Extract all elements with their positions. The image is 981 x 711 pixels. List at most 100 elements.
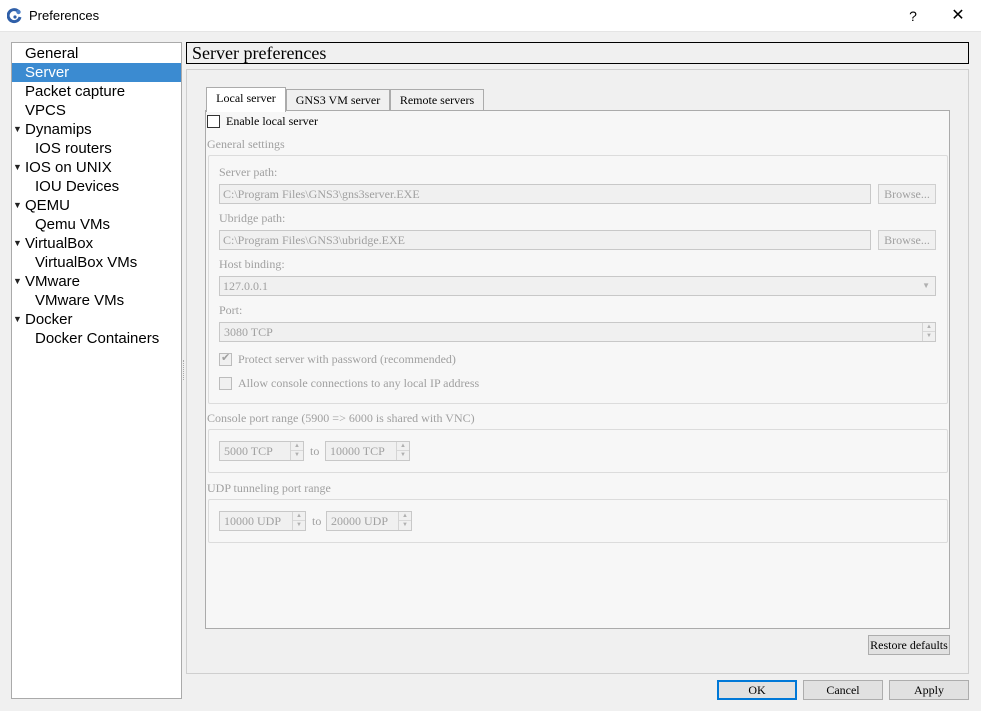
tree-item-server[interactable]: Server xyxy=(12,63,181,82)
ubridge-path-input[interactable]: C:\Program Files\GNS3\ubridge.EXE xyxy=(219,230,871,250)
to-label: to xyxy=(310,444,320,458)
tree-item-docker[interactable]: ▼ Docker xyxy=(12,310,181,329)
console-end-value: 10000 TCP xyxy=(330,444,385,458)
to-label: to xyxy=(312,514,322,528)
console-start-spin-arrows: ▲ ▼ xyxy=(290,442,303,460)
console-end-spin-arrows: ▲ ▼ xyxy=(396,442,409,460)
tree-item-label: IOS routers xyxy=(35,140,112,157)
tree-item-label: Dynamips xyxy=(25,121,92,138)
expand-arrow-icon[interactable]: ▼ xyxy=(13,120,22,139)
port-spinbox[interactable]: 3080 TCP ▲ ▼ xyxy=(219,322,936,342)
tree-item-label: IOS on UNIX xyxy=(25,159,112,176)
tree-item-label: QEMU xyxy=(25,197,70,214)
expand-arrow-icon[interactable]: ▼ xyxy=(13,310,22,329)
tab-remote-servers[interactable]: Remote servers xyxy=(390,89,484,111)
udp-start-spinbox[interactable]: 10000 UDP ▲ ▼ xyxy=(219,511,306,531)
port-value: 3080 TCP xyxy=(224,325,273,339)
ubridge-path-browse-button[interactable]: Browse... xyxy=(878,230,936,250)
preferences-tree[interactable]: General Server Packet capture VPCS ▼ Dyna… xyxy=(11,42,182,699)
general-settings-label: General settings xyxy=(207,137,285,151)
tree-item-ios-routers[interactable]: IOS routers xyxy=(12,139,181,158)
allow-console-checkbox[interactable] xyxy=(219,377,232,390)
tree-item-label: VMware xyxy=(25,273,81,290)
tree-item-packet-capture[interactable]: Packet capture xyxy=(12,82,181,101)
host-binding-value: 127.0.0.1 xyxy=(223,279,268,293)
console-end-spinbox[interactable]: 10000 TCP ▲ ▼ xyxy=(325,441,410,461)
tree-item-vpcs[interactable]: VPCS xyxy=(12,101,181,120)
spin-up-icon[interactable]: ▲ xyxy=(291,442,303,451)
expand-arrow-icon[interactable]: ▼ xyxy=(13,272,22,291)
tree-item-label: Docker xyxy=(25,311,73,328)
tree-item-label: VirtualBox xyxy=(25,235,94,252)
tree-item-label: Packet capture xyxy=(25,83,126,100)
udp-end-spin-arrows: ▲ ▼ xyxy=(398,512,411,530)
port-spin-arrows: ▲ ▼ xyxy=(922,323,935,341)
server-path-browse-button[interactable]: Browse... xyxy=(878,184,936,204)
ok-button[interactable]: OK xyxy=(717,680,797,700)
enable-local-server-checkbox[interactable] xyxy=(207,115,220,128)
udp-start-value: 10000 UDP xyxy=(224,514,282,528)
spin-down-icon[interactable]: ▼ xyxy=(291,451,303,460)
tree-item-label: VMware VMs xyxy=(35,292,125,309)
tree-item-label: Server xyxy=(25,64,70,81)
port-label: Port: xyxy=(219,303,243,317)
tab-gns3-vm-server[interactable]: GNS3 VM server xyxy=(286,89,390,111)
spin-down-icon[interactable]: ▼ xyxy=(399,521,411,530)
tree-item-label: Docker Containers xyxy=(35,330,160,347)
tree-item-label: Qemu VMs xyxy=(35,216,111,233)
tree-item-label: IOU Devices xyxy=(35,178,120,195)
splitter-handle[interactable] xyxy=(183,360,185,380)
help-button[interactable]: ? xyxy=(898,0,928,32)
page-title-box: Server preferences xyxy=(186,42,969,64)
tree-item-vmware[interactable]: ▼ VMware xyxy=(12,272,181,291)
protect-server-checkbox[interactable]: ✔ xyxy=(219,352,232,366)
page-title: Server preferences xyxy=(192,43,327,63)
expand-arrow-icon[interactable]: ▼ xyxy=(13,158,22,177)
spin-up-icon[interactable]: ▲ xyxy=(399,512,411,521)
tree-item-label: VPCS xyxy=(25,102,66,119)
console-port-range-label: Console port range (5900 => 6000 is shar… xyxy=(207,411,475,425)
ubridge-path-label: Ubridge path: xyxy=(219,211,286,225)
spin-down-icon[interactable]: ▼ xyxy=(293,521,305,530)
spin-up-icon[interactable]: ▲ xyxy=(293,512,305,521)
window-title: Preferences xyxy=(29,8,100,23)
tree-item-label: General xyxy=(25,45,79,62)
spin-up-icon[interactable]: ▲ xyxy=(923,323,935,332)
udp-end-spinbox[interactable]: 20000 UDP ▲ ▼ xyxy=(326,511,412,531)
udp-end-value: 20000 UDP xyxy=(331,514,389,528)
tree-item-qemu-vms[interactable]: Qemu VMs xyxy=(12,215,181,234)
spin-up-icon[interactable]: ▲ xyxy=(397,442,409,451)
host-binding-label: Host binding: xyxy=(219,257,285,271)
tree-item-ios-on-unix[interactable]: ▼ IOS on UNIX xyxy=(12,158,181,177)
tree-item-dynamips[interactable]: ▼ Dynamips xyxy=(12,120,181,139)
spin-down-icon[interactable]: ▼ xyxy=(923,332,935,341)
server-path-label: Server path: xyxy=(219,165,278,179)
cancel-button[interactable]: Cancel xyxy=(803,680,883,700)
tree-item-docker-containers[interactable]: Docker Containers xyxy=(12,329,181,348)
tab-local-server[interactable]: Local server xyxy=(206,87,286,112)
udp-port-range-label: UDP tunneling port range xyxy=(207,481,331,495)
allow-console-label: Allow console connections to any local I… xyxy=(238,376,480,390)
tree-item-virtualbox[interactable]: ▼ VirtualBox xyxy=(12,234,181,253)
server-path-input[interactable]: C:\Program Files\GNS3\gns3server.EXE xyxy=(219,184,871,204)
tree-item-iou-devices[interactable]: IOU Devices xyxy=(12,177,181,196)
tree-item-vmware-vms[interactable]: VMware VMs xyxy=(12,291,181,310)
restore-defaults-button[interactable]: Restore defaults xyxy=(868,635,950,655)
close-button[interactable]: ✕ xyxy=(940,0,976,32)
tree-item-general[interactable]: General xyxy=(12,44,181,63)
title-bar: Preferences ? ✕ xyxy=(0,0,981,32)
checkmark-icon: ✔ xyxy=(221,352,231,364)
tree-item-qemu[interactable]: ▼ QEMU xyxy=(12,196,181,215)
console-start-spinbox[interactable]: 5000 TCP ▲ ▼ xyxy=(219,441,304,461)
tree-item-label: VirtualBox VMs xyxy=(35,254,138,271)
chevron-down-icon: ▼ xyxy=(922,281,930,290)
expand-arrow-icon[interactable]: ▼ xyxy=(13,234,22,253)
expand-arrow-icon[interactable]: ▼ xyxy=(13,196,22,215)
udp-start-spin-arrows: ▲ ▼ xyxy=(292,512,305,530)
tree-item-virtualbox-vms[interactable]: VirtualBox VMs xyxy=(12,253,181,272)
apply-button[interactable]: Apply xyxy=(889,680,969,700)
spin-down-icon[interactable]: ▼ xyxy=(397,451,409,460)
console-start-value: 5000 TCP xyxy=(224,444,273,458)
enable-local-server-label: Enable local server xyxy=(226,114,318,128)
host-binding-select[interactable]: 127.0.0.1 ▼ xyxy=(219,276,936,296)
